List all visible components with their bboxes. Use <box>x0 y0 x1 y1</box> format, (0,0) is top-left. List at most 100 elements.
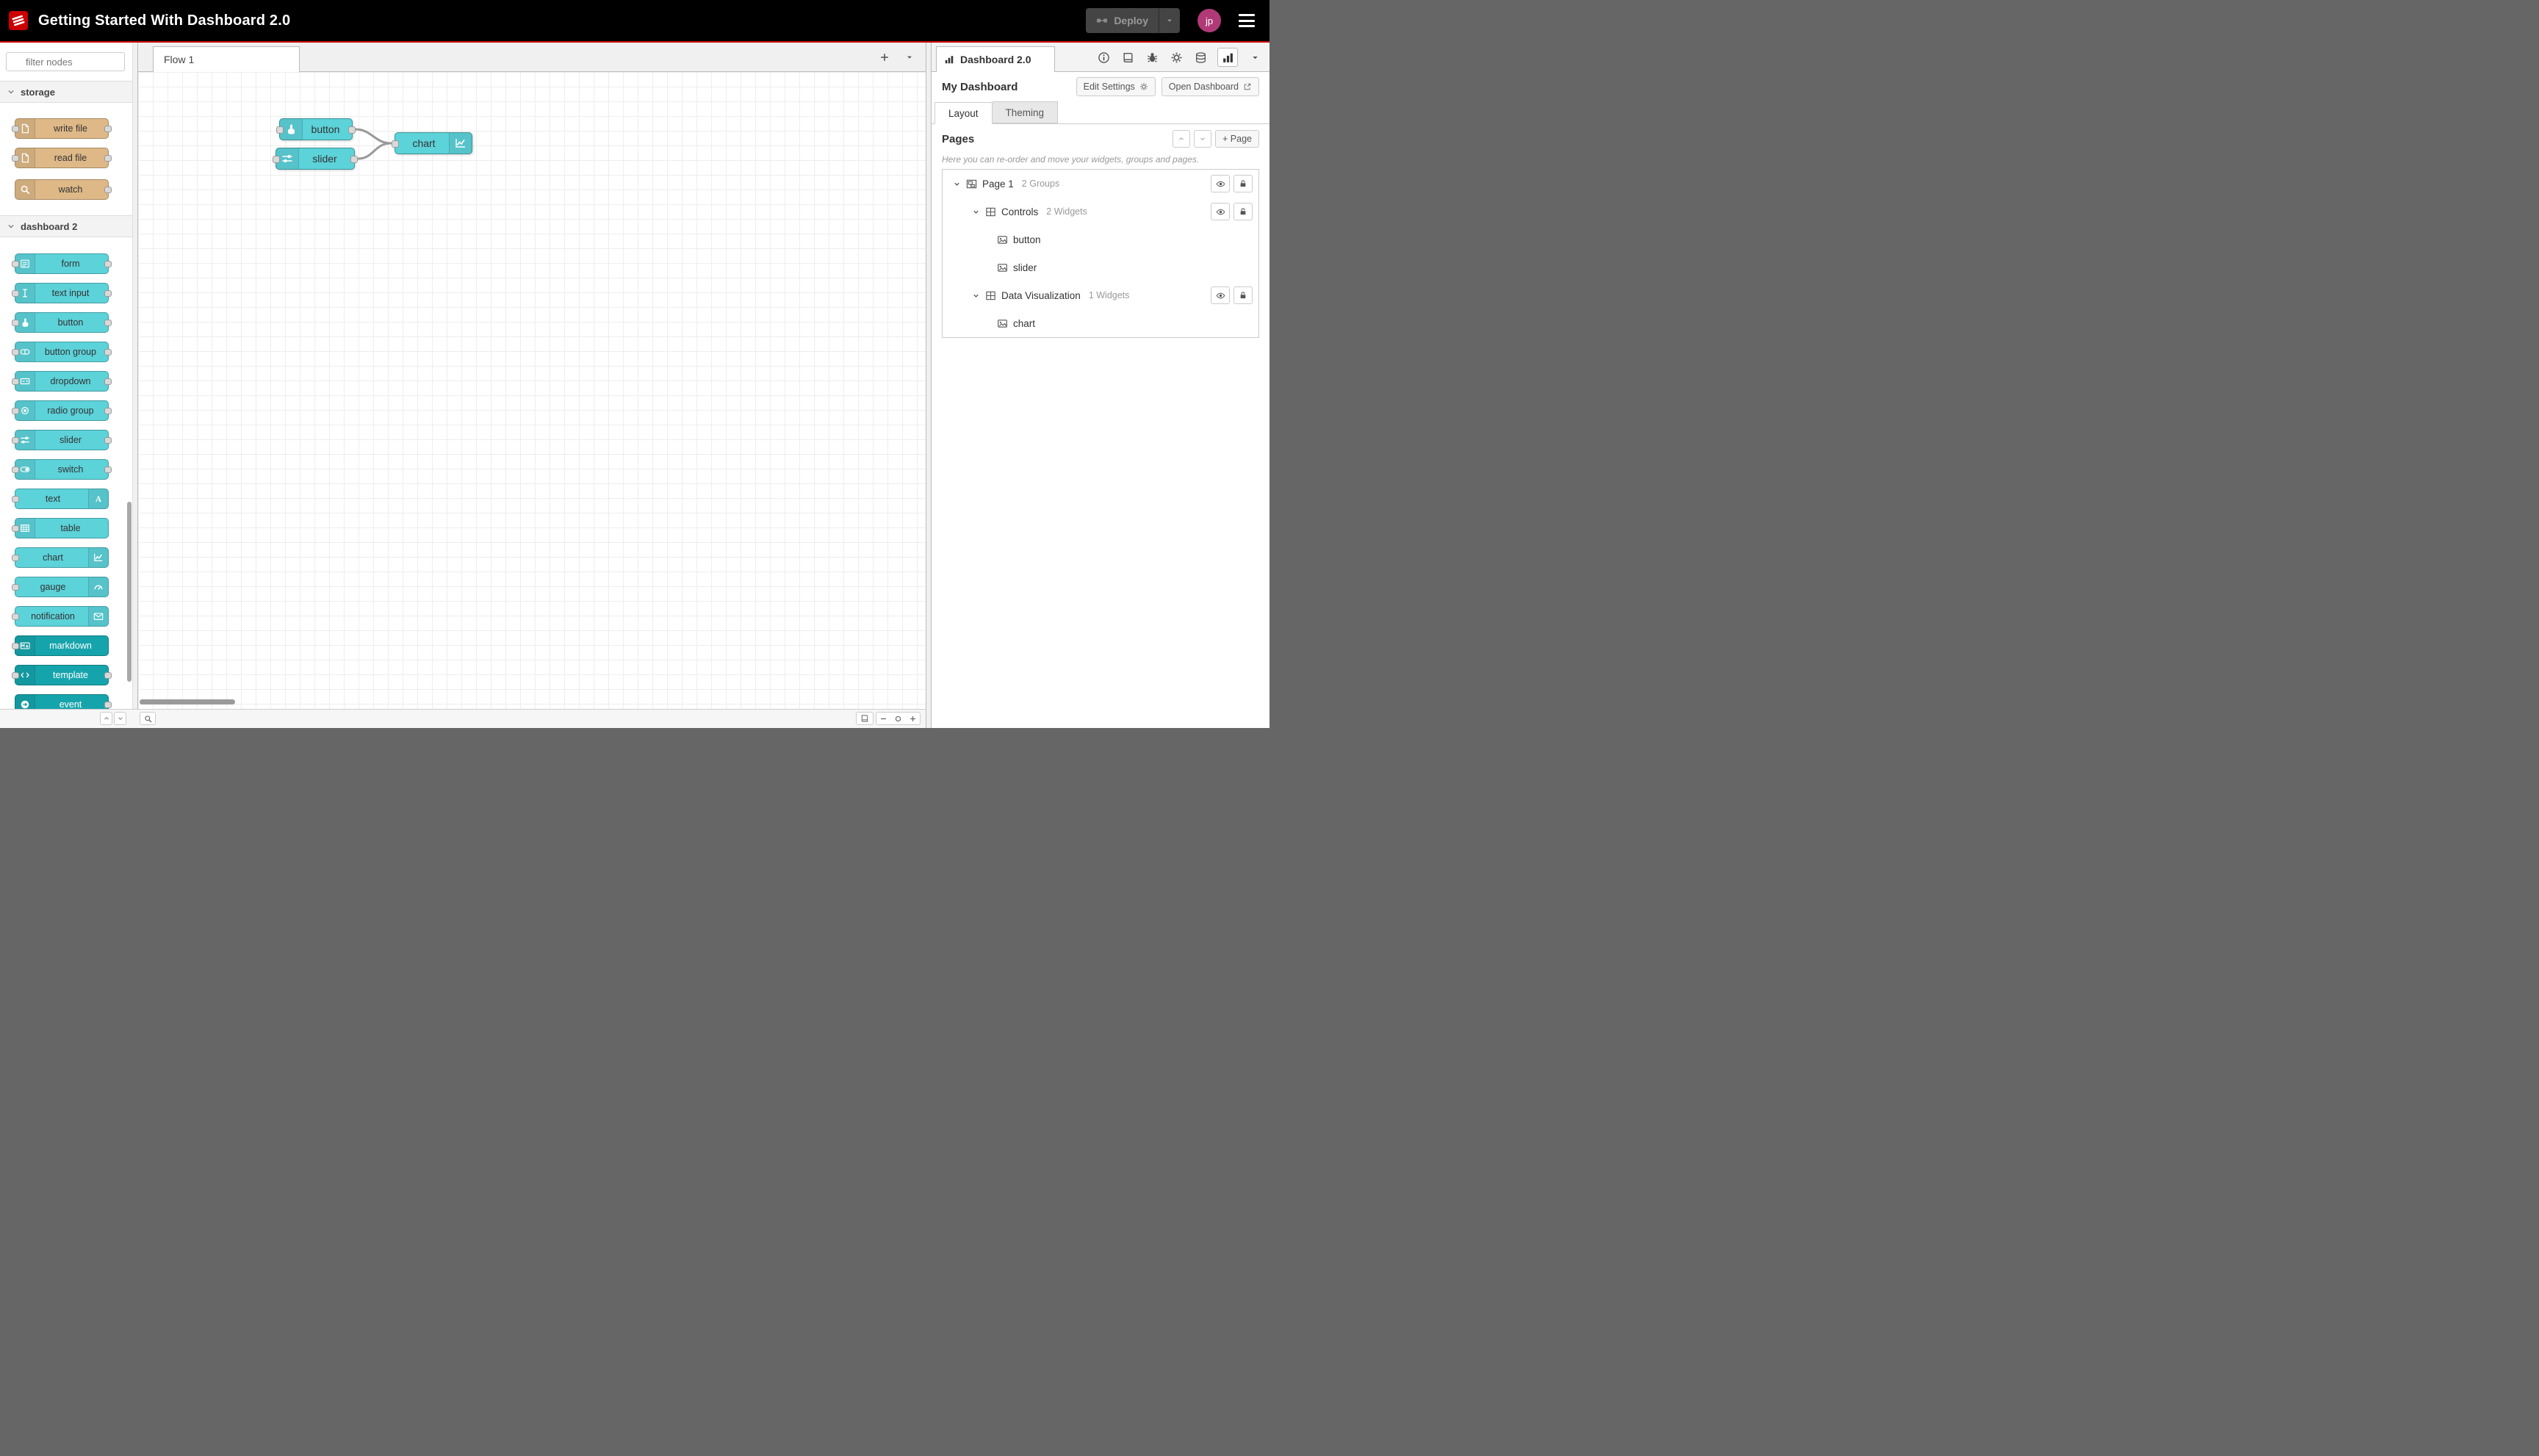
port-input[interactable] <box>392 140 399 148</box>
palette-node-button[interactable]: button <box>12 312 112 333</box>
zoom-reset-button[interactable] <box>890 712 906 725</box>
tree-row-page-1[interactable]: Page 1 2 Groups <box>943 170 1258 198</box>
palette-category-storage[interactable]: storage <box>0 81 132 103</box>
chevron-down-icon[interactable] <box>972 208 980 216</box>
edit-settings-button[interactable]: Edit Settings <box>1076 77 1156 96</box>
group-icon <box>986 291 995 300</box>
info-tab-button[interactable] <box>1096 48 1111 66</box>
tab-layout[interactable]: Layout <box>934 102 993 124</box>
expand-palette-categories-button[interactable] <box>114 712 126 725</box>
tree-row-data-visualization[interactable]: Data Visualization 1 Widgets <box>943 281 1258 309</box>
palette-node-markdown[interactable]: markdown <box>12 635 109 656</box>
palette-node-chart[interactable]: chart <box>12 547 109 568</box>
lock-button[interactable] <box>1234 203 1253 220</box>
palette-node-read-file[interactable]: read file <box>12 148 112 168</box>
sidebar-menu-button[interactable] <box>1247 48 1262 66</box>
palette-node-gauge[interactable]: gauge <box>12 577 109 597</box>
context-tab-button[interactable] <box>1193 48 1208 66</box>
port-input[interactable] <box>276 126 284 134</box>
palette-node-radio-group[interactable]: radio group <box>12 400 112 421</box>
zoom-out-button[interactable] <box>876 712 891 725</box>
collapse-palette-categories-button[interactable] <box>100 712 112 725</box>
node-port <box>104 466 112 473</box>
tab-theming[interactable]: Theming <box>992 101 1059 123</box>
deploy-options-button[interactable] <box>1159 8 1180 33</box>
wire[interactable] <box>354 128 392 145</box>
zoom-in-button[interactable] <box>905 712 921 725</box>
palette-node-form[interactable]: form <box>12 253 112 274</box>
node-port <box>104 155 112 162</box>
flow-node-slider[interactable]: slider <box>273 148 358 170</box>
navigator-toggle-button[interactable] <box>856 712 874 725</box>
visibility-button[interactable] <box>1211 203 1230 220</box>
move-page-down-button[interactable] <box>1194 130 1212 148</box>
port-input[interactable] <box>273 156 280 163</box>
palette-splitter[interactable] <box>132 43 138 709</box>
debug-tab-button[interactable] <box>1145 48 1159 66</box>
user-avatar[interactable]: jp <box>1198 9 1221 32</box>
flow-list-button[interactable] <box>902 50 917 65</box>
open-dashboard-button[interactable]: Open Dashboard <box>1161 77 1259 96</box>
envelope-icon <box>88 607 108 626</box>
search-flows-button[interactable] <box>140 712 156 725</box>
palette-node-template[interactable]: template <box>12 665 112 685</box>
palette-scrollbar[interactable] <box>127 502 132 682</box>
sidebar-splitter[interactable] <box>926 43 932 728</box>
palette-node-watch[interactable]: watch <box>15 179 112 200</box>
tree-row-chart[interactable]: chart <box>943 309 1258 337</box>
palette-node-notification[interactable]: notification <box>12 606 109 627</box>
tab-flow-1[interactable]: Flow 1 <box>153 46 300 72</box>
widget-icon <box>998 235 1007 244</box>
visibility-button[interactable] <box>1211 286 1230 304</box>
circle-icon <box>895 716 901 721</box>
palette-node-event[interactable]: event <box>15 694 112 709</box>
palette-node-text-input[interactable]: text input <box>12 283 112 303</box>
config-tab-button[interactable] <box>1169 48 1184 66</box>
lock-button[interactable] <box>1234 286 1253 304</box>
tree-row-controls[interactable]: Controls 2 Widgets <box>943 198 1258 226</box>
filter-nodes-input[interactable] <box>6 52 125 71</box>
flow-node-chart[interactable]: chart <box>392 132 472 154</box>
dashboard-tab-button[interactable] <box>1217 48 1238 67</box>
palette-node-dropdown[interactable]: dropdown <box>12 371 112 392</box>
flow-canvas[interactable]: button slider chart <box>138 72 926 709</box>
chevron-down-icon[interactable] <box>972 292 980 300</box>
port-output[interactable] <box>348 126 356 134</box>
chevron-down-icon[interactable] <box>953 180 961 188</box>
add-flow-button[interactable] <box>877 50 892 65</box>
palette-category-dashboard-2[interactable]: dashboard 2 <box>0 215 132 237</box>
chevron-down-icon <box>118 717 123 721</box>
palette-node-button-group[interactable]: button group <box>12 342 112 362</box>
node-port <box>12 466 19 473</box>
dashboard-panel: My Dashboard Edit Settings Open Dashboar… <box>932 72 1270 728</box>
header: Getting Started With Dashboard 2.0 Deplo… <box>0 0 1270 41</box>
visibility-button[interactable] <box>1211 175 1230 192</box>
footer-bar <box>0 709 926 728</box>
add-page-button[interactable]: + Page <box>1215 130 1259 148</box>
page-icon <box>966 179 977 188</box>
wire[interactable] <box>357 142 392 160</box>
palette-node-text[interactable]: A text <box>12 489 109 509</box>
main-menu-button[interactable] <box>1239 14 1255 27</box>
node-red-logo-icon <box>9 11 28 30</box>
palette-node-write-file[interactable]: write file <box>12 118 112 139</box>
move-page-up-button[interactable] <box>1173 130 1191 148</box>
map-icon <box>861 715 868 722</box>
palette-node-table[interactable]: table <box>12 518 109 538</box>
tree-row-slider[interactable]: slider <box>943 253 1258 281</box>
palette-node-slider[interactable]: slider <box>12 430 112 450</box>
database-icon <box>1195 51 1206 63</box>
tab-dashboard-2[interactable]: Dashboard 2.0 <box>936 46 1055 72</box>
flow-node-button[interactable]: button <box>276 118 356 140</box>
palette-node-switch[interactable]: switch <box>12 459 112 480</box>
node-port <box>12 525 19 532</box>
canvas-horizontal-scrollbar[interactable] <box>140 699 235 704</box>
node-port <box>12 155 19 162</box>
help-tab-button[interactable] <box>1120 48 1135 66</box>
deploy-button[interactable]: Deploy <box>1086 8 1159 33</box>
tree-row-button[interactable]: button <box>943 226 1258 253</box>
port-output[interactable] <box>350 156 358 163</box>
node-port <box>12 613 19 620</box>
chevron-up-icon <box>104 716 109 720</box>
lock-button[interactable] <box>1234 175 1253 192</box>
